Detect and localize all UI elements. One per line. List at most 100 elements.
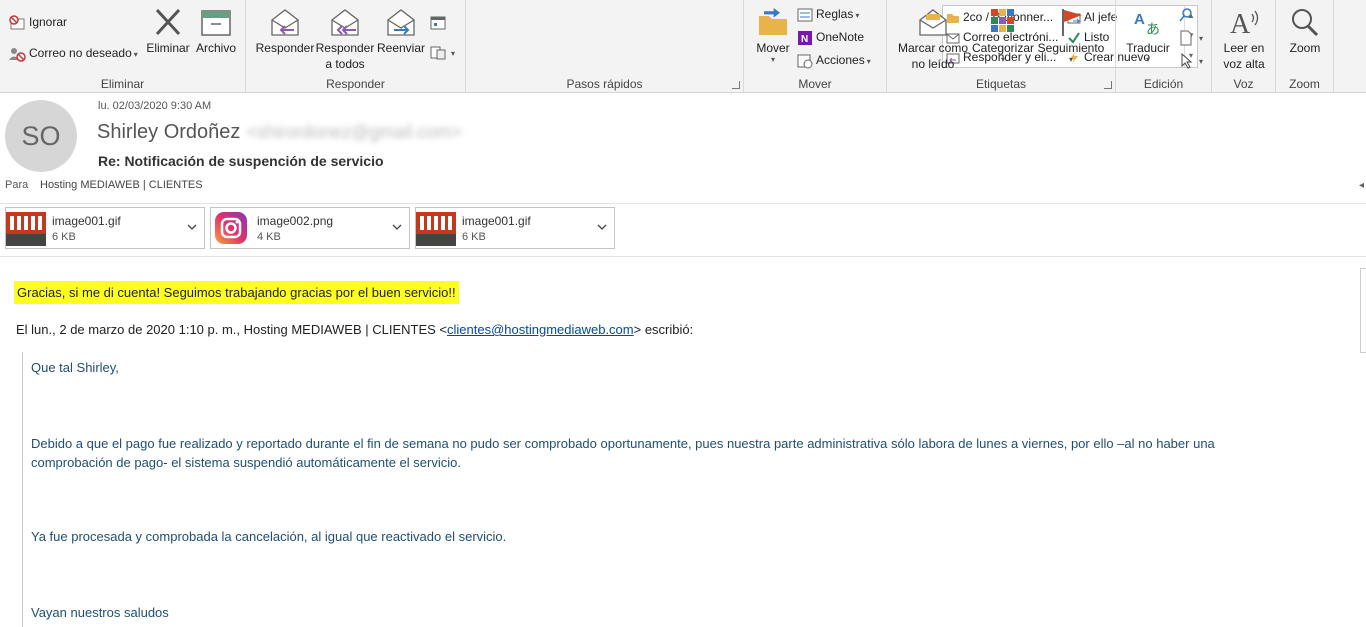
quote-paragraph: Vayan nuestros saludos	[31, 605, 169, 620]
group-label-etiquetas: Etiquetas	[975, 77, 1027, 91]
group-label-edicion: Edición	[1143, 77, 1184, 91]
translate-icon: Aあ	[1134, 11, 1160, 38]
ignore-icon	[9, 15, 25, 30]
reply-all-icon	[331, 9, 359, 36]
group-label-eliminar: Eliminar	[100, 77, 145, 91]
buscar-button[interactable]	[1178, 4, 1197, 24]
reenviar-button[interactable]: Reenviar	[375, 6, 427, 56]
group-label-zoom: Zoom	[1289, 77, 1320, 91]
group-edicion: Aあ Traducir ▾ ▾ ▾ Edición	[1116, 0, 1212, 93]
group-voz: A Leer en voz alta Voz	[1212, 0, 1276, 93]
acciones-button[interactable]: Acciones ▾	[797, 50, 871, 70]
attachments-divider	[0, 256, 1366, 257]
quote-paragraph: Que tal Shirley,	[31, 360, 119, 375]
attachment-name: image001.gif	[52, 214, 121, 228]
responder-todos-button[interactable]: Responder a todos	[315, 6, 375, 72]
email-link[interactable]: clientes@hostingmediaweb.com	[447, 322, 634, 337]
group-label-voz: Voz	[1233, 77, 1254, 91]
message-subject: Re: Notificación de suspención de servic…	[98, 153, 384, 169]
move-folder-icon	[759, 8, 787, 35]
quote-bar	[22, 352, 23, 627]
select-button[interactable]: ▾	[1178, 50, 1203, 70]
attachment-name: image001.gif	[462, 214, 531, 228]
ribbon: Ignorar Correo no deseado ▾ Eliminar Arch…	[0, 0, 1366, 93]
magnifier-icon	[1292, 9, 1319, 37]
dialog-launcher-icon[interactable]	[1104, 81, 1112, 89]
onenote-button[interactable]: N OneNote	[797, 27, 864, 47]
mediapresencia-logo-icon	[416, 208, 456, 248]
sender-email: <shirordonez@gmail.com>	[246, 122, 462, 142]
group-eliminar: Ignorar Correo no deseado ▾ Eliminar Arch…	[0, 0, 246, 93]
delete-x-icon	[155, 8, 181, 36]
eliminar-button[interactable]: Eliminar	[145, 6, 191, 56]
chevron-down-icon[interactable]	[596, 221, 608, 233]
sender[interactable]: Shirley Ordoñez <shirordonez@gmail.com>	[97, 121, 462, 144]
leer-voz-alta-button[interactable]: A Leer en voz alta	[1216, 6, 1272, 72]
attachment-item[interactable]: image002.png 4 KB	[210, 207, 410, 249]
seguimiento-button[interactable]: Seguimiento ▾	[1035, 6, 1107, 64]
group-zoom: Zoom Zoom	[1276, 0, 1334, 93]
attachment-item[interactable]: image001.gif 6 KB	[415, 207, 615, 249]
collapse-header-icon[interactable]: ◂	[1359, 180, 1364, 191]
group-etiquetas: Marcar como no leído Categorizar ▾ Seguim…	[887, 0, 1116, 93]
attachment-size: 6 KB	[52, 231, 76, 243]
svg-text:A: A	[1134, 11, 1145, 28]
group-responder: Responder Responder a todos Reenviar ▾ R…	[246, 0, 466, 93]
svg-text:あ: あ	[1146, 22, 1160, 38]
correo-no-deseado-button[interactable]: Correo no deseado ▾	[8, 43, 138, 63]
rules-icon	[797, 8, 813, 22]
attachment-item[interactable]: image001.gif 6 KB	[5, 207, 205, 249]
junk-mail-icon	[9, 47, 26, 62]
related-button[interactable]: ▾	[1178, 27, 1203, 47]
categorize-icon	[991, 9, 1014, 32]
chevron-down-icon[interactable]	[391, 221, 403, 233]
more-respond-button[interactable]: ▾	[430, 42, 455, 62]
actions-icon	[797, 54, 813, 69]
zoom-button[interactable]: Zoom	[1280, 6, 1330, 56]
highlighted-reply: Gracias, si me di cuenta! Seguimos traba…	[14, 281, 459, 304]
group-mover: Mover ▾ Reglas ▾ N OneNote Acciones ▾ Mover	[744, 0, 887, 93]
meeting-icon	[430, 16, 446, 30]
to-label: Para	[5, 179, 29, 191]
quote-paragraph: Ya fue procesada y comprobada la cancela…	[31, 529, 507, 544]
to-recipient[interactable]: Hosting MEDIAWEB | CLIENTES	[40, 179, 203, 191]
mark-unread-icon	[919, 9, 947, 36]
dialog-launcher-icon[interactable]	[732, 81, 740, 89]
group-label-mover: Mover	[798, 77, 832, 91]
attachment-name: image002.png	[257, 214, 334, 228]
onenote-icon: N	[798, 30, 812, 45]
attachment-size: 6 KB	[462, 231, 486, 243]
svg-text:A: A	[1230, 9, 1251, 38]
search-icon	[1179, 8, 1192, 22]
archive-icon	[201, 10, 231, 36]
reglas-button[interactable]: Reglas ▾	[797, 4, 859, 24]
group-pasos-rapidos: 2co / Payonner... Al jefe Correo electró…	[466, 0, 1198, 93]
archivo-button[interactable]: Archivo	[193, 6, 239, 56]
categorizar-button[interactable]: Categorizar ▾	[971, 6, 1035, 64]
quote-paragraph: Debido a que el pago fue realizado y rep…	[31, 436, 1215, 470]
body-scrollbar[interactable]	[1360, 268, 1366, 353]
avatar[interactable]: SO	[5, 100, 77, 172]
quote-header: El lun., 2 de marzo de 2020 1:10 p. m., …	[16, 322, 694, 337]
attachment-size: 4 KB	[257, 231, 281, 243]
meeting-reply-button[interactable]	[430, 12, 449, 32]
header-divider	[0, 203, 1366, 204]
mediapresencia-logo-icon	[6, 208, 46, 248]
traducir-button[interactable]: Aあ Traducir ▾	[1122, 6, 1174, 64]
mover-button[interactable]: Mover ▾	[750, 6, 796, 64]
group-label-responder: Responder	[326, 77, 385, 91]
document-icon	[1180, 30, 1192, 46]
forward-icon	[387, 9, 415, 36]
marcar-no-leido-button[interactable]: Marcar como no leído	[895, 6, 971, 72]
instagram-logo-icon	[215, 212, 247, 244]
flag-icon	[1062, 9, 1082, 36]
responder-button[interactable]: Responder	[255, 6, 315, 56]
cursor-icon	[1181, 52, 1193, 69]
group-label-pasos-rapidos: Pasos rápidos	[566, 77, 643, 91]
sender-name[interactable]: Shirley Ordoñez	[97, 121, 240, 143]
read-aloud-icon: A	[1230, 9, 1259, 38]
im-reply-icon	[430, 46, 446, 60]
ignorar-button[interactable]: Ignorar	[8, 12, 67, 32]
chevron-down-icon[interactable]	[186, 221, 198, 233]
message-date: lu. 02/03/2020 9:30 AM	[98, 100, 212, 112]
